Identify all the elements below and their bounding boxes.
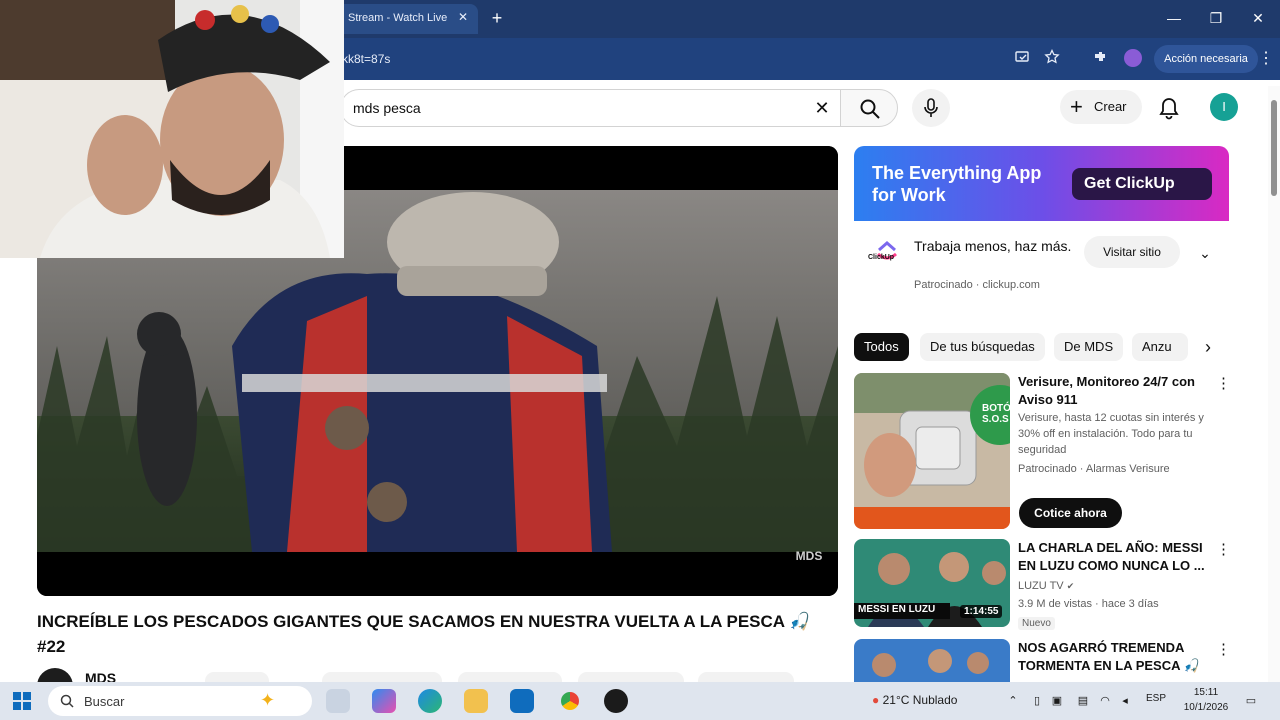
webcam-overlay <box>0 0 344 258</box>
quote-now-button[interactable]: Cotice ahora <box>1019 498 1122 528</box>
windows-taskbar: Buscar ✦ ● 21°C Nublado ⌃ ▯ ▣ ▤ ◠ ◂ ESP … <box>0 682 1280 720</box>
search-input[interactable]: mds pesca ✕ <box>340 89 840 127</box>
search-icon <box>60 694 74 708</box>
search-button[interactable] <box>840 89 898 127</box>
recommendation-title[interactable]: LA CHARLA DEL AÑO: MESSI EN LUZU COMO NU… <box>1018 539 1208 575</box>
search-query-text: mds pesca <box>353 100 421 116</box>
weather-alert-icon: ● <box>872 693 880 707</box>
chip-from-searches[interactable]: De tus búsquedas <box>920 333 1045 361</box>
clock-time: 15:11 <box>1193 687 1219 698</box>
browser-menu-icon[interactable]: ⋮ <box>1258 49 1274 69</box>
app-icon[interactable] <box>604 689 628 713</box>
chip-from-mds[interactable]: De MDS <box>1054 333 1124 361</box>
notifications-icon[interactable]: ▭ <box>1244 694 1258 708</box>
tab-close-icon[interactable]: ✕ <box>456 10 470 24</box>
more-options-icon[interactable]: ⋮ <box>1216 641 1231 659</box>
ad-banner[interactable]: The Everything App for Work Get ClickUp <box>854 146 1229 221</box>
taskbar-search-placeholder: Buscar <box>84 694 125 709</box>
notifications-bell-icon[interactable] <box>1156 96 1182 122</box>
recommendation-sponsor: Patrocinado · Alarmas Verisure <box>1018 463 1170 475</box>
close-window-icon[interactable]: ✕ <box>1248 8 1268 28</box>
windows-start-icon[interactable] <box>12 691 32 711</box>
weather-widget[interactable]: ● 21°C Nublado <box>872 690 957 710</box>
recommendation-description: Verisure, hasta 12 cuotas sin interés y … <box>1018 412 1204 456</box>
recommendation-thumbnail[interactable]: BOTÓN S.O.S <box>854 373 1010 529</box>
bookmark-star-icon[interactable] <box>1042 48 1062 69</box>
edge-icon[interactable] <box>418 689 442 713</box>
chrome-icon[interactable] <box>558 689 582 713</box>
account-avatar[interactable]: I <box>1210 93 1238 121</box>
verisure-thumbnail <box>854 373 1010 529</box>
url-field[interactable]: kk8t=87s <box>336 44 996 74</box>
create-label: Crear <box>1094 99 1127 114</box>
minimize-icon[interactable]: — <box>1164 8 1184 28</box>
task-view-icon[interactable] <box>326 689 350 713</box>
clear-search-icon[interactable]: ✕ <box>811 97 833 119</box>
new-tab-button[interactable]: + <box>488 9 506 27</box>
ad-text: Trabaja menos, haz más. <box>914 238 1072 254</box>
extensions-icon[interactable] <box>1090 49 1110 69</box>
more-options-icon[interactable]: ⋮ <box>1216 375 1231 393</box>
channel-watermark: MDS <box>795 549 823 563</box>
storm-thumbnail <box>854 639 1010 682</box>
recommendation-thumbnail[interactable] <box>854 639 1010 682</box>
clock[interactable]: 15:11 10/1/2026 <box>1180 685 1232 715</box>
tray-chevron-icon[interactable]: ⌃ <box>1006 694 1020 708</box>
action-needed-button[interactable]: Acción necesaria <box>1154 45 1258 73</box>
thumbnail-caption: BOTÓN S.O.S <box>982 403 1010 425</box>
video-title: INCREÍBLE LOS PESCADOS GIGANTES QUE SACA… <box>37 612 811 656</box>
outlook-icon[interactable] <box>510 689 534 713</box>
search-icon <box>860 99 880 119</box>
tray-app-icon[interactable]: ▯ <box>1030 694 1044 708</box>
sparkle-icon: ✦ <box>260 690 276 710</box>
voice-search-button[interactable] <box>912 89 950 127</box>
more-options-icon[interactable]: ⋮ <box>1216 541 1231 559</box>
recommendation-thumbnail[interactable]: MESSI EN LUZU 1:14:55 <box>854 539 1010 627</box>
recommendation-channel[interactable]: LUZU TV ✔ <box>1018 578 1218 594</box>
cast-icon[interactable] <box>1012 49 1032 69</box>
browser-profile-avatar[interactable] <box>1124 49 1142 67</box>
copilot-icon[interactable] <box>372 689 396 713</box>
tray-app-icon[interactable]: ▣ <box>1050 694 1064 708</box>
recommendation-views: 3.9 M de vistas · hace 3 días <box>1018 598 1159 610</box>
wifi-icon[interactable]: ◠ <box>1098 694 1112 708</box>
file-explorer-icon[interactable] <box>464 689 488 713</box>
plus-icon: + <box>1070 94 1083 119</box>
visit-site-button[interactable]: Visitar sitio <box>1084 236 1180 268</box>
scrollbar-thumb[interactable] <box>1271 100 1277 196</box>
taskbar-search[interactable]: Buscar ✦ <box>48 686 312 716</box>
tray-app-icon[interactable]: ▤ <box>1076 694 1090 708</box>
chevron-right-icon[interactable]: › <box>1198 337 1218 357</box>
keyboard-language[interactable]: ESP <box>1146 693 1166 704</box>
create-button[interactable]: + Crear <box>1060 90 1142 124</box>
chip-all[interactable]: Todos <box>854 333 909 361</box>
ad-headline: The Everything App for Work <box>872 163 1042 205</box>
new-badge: Nuevo <box>1018 615 1218 632</box>
ad-get-button[interactable]: Get ClickUp <box>1072 168 1212 200</box>
webcam-frame <box>0 0 344 258</box>
thumbnail-caption: MESSI EN LUZU <box>858 604 936 615</box>
volume-icon[interactable]: ◂ <box>1118 694 1132 708</box>
chip-anzu[interactable]: Anzu <box>1132 333 1188 361</box>
ad-sponsor-label: Patrocinado · clickup.com <box>914 279 1040 291</box>
recommendation-title[interactable]: Verisure, Monitoreo 24/7 con Aviso 911 <box>1018 373 1208 409</box>
maximize-icon[interactable]: ❐ <box>1206 8 1226 28</box>
clock-date: 10/1/2026 <box>1183 702 1229 713</box>
ad-logo-label: ClickUp <box>868 254 895 261</box>
microphone-icon <box>924 98 938 117</box>
duration-badge: 1:14:55 <box>960 605 1003 618</box>
chevron-down-icon[interactable]: ⌄ <box>1196 244 1214 262</box>
